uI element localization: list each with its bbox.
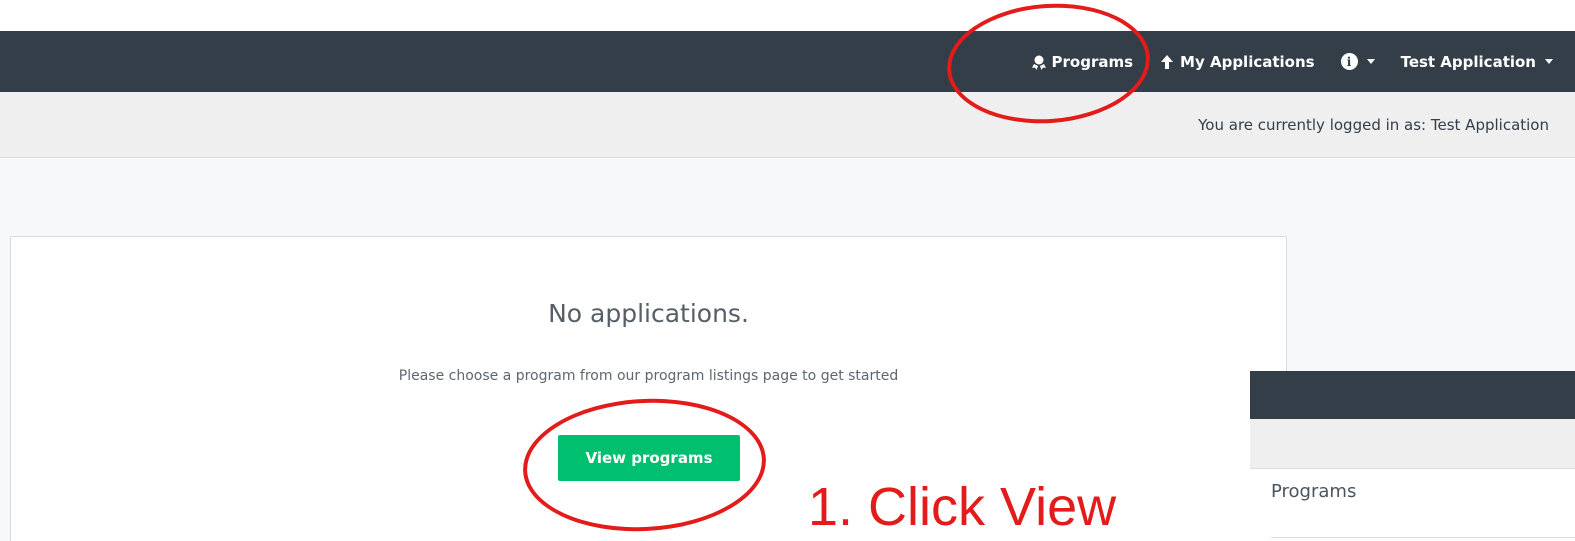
view-programs-button[interactable]: View programs [558,435,740,481]
caret-down-icon [1366,59,1375,64]
inset-subbar [1250,419,1575,469]
nav-programs[interactable]: Programs [1031,52,1134,71]
inset-divider [1271,537,1575,538]
empty-state-title: No applications. [548,299,749,328]
caret-down-icon [1545,59,1553,64]
inset-navbar [1250,371,1575,419]
inset-programs-item: Programs [1271,481,1357,502]
nav-my-applications[interactable]: My Applications [1159,53,1315,71]
info-icon: i [1340,53,1358,70]
nav-programs-label: Programs [1051,52,1134,71]
annotation-instruction: 1. Click View [808,477,1117,537]
nav-my-applications-label: My Applications [1180,52,1315,71]
award-icon [1031,55,1046,70]
login-status-text: You are currently logged in as: Test App… [1198,115,1549,134]
nav-user-menu[interactable]: Test Application [1401,53,1553,71]
main-navbar: Programs My Applications i Test Applicat… [0,31,1575,92]
nav-info-menu[interactable]: i [1340,53,1375,70]
inset-screenshot-panel: Programs [1250,371,1575,541]
login-status-bar: You are currently logged in as: Test App… [0,92,1575,158]
empty-state-subtitle: Please choose a program from our program… [398,368,899,384]
upload-icon [1161,54,1174,69]
nav-user-menu-label: Test Application [1400,52,1536,71]
